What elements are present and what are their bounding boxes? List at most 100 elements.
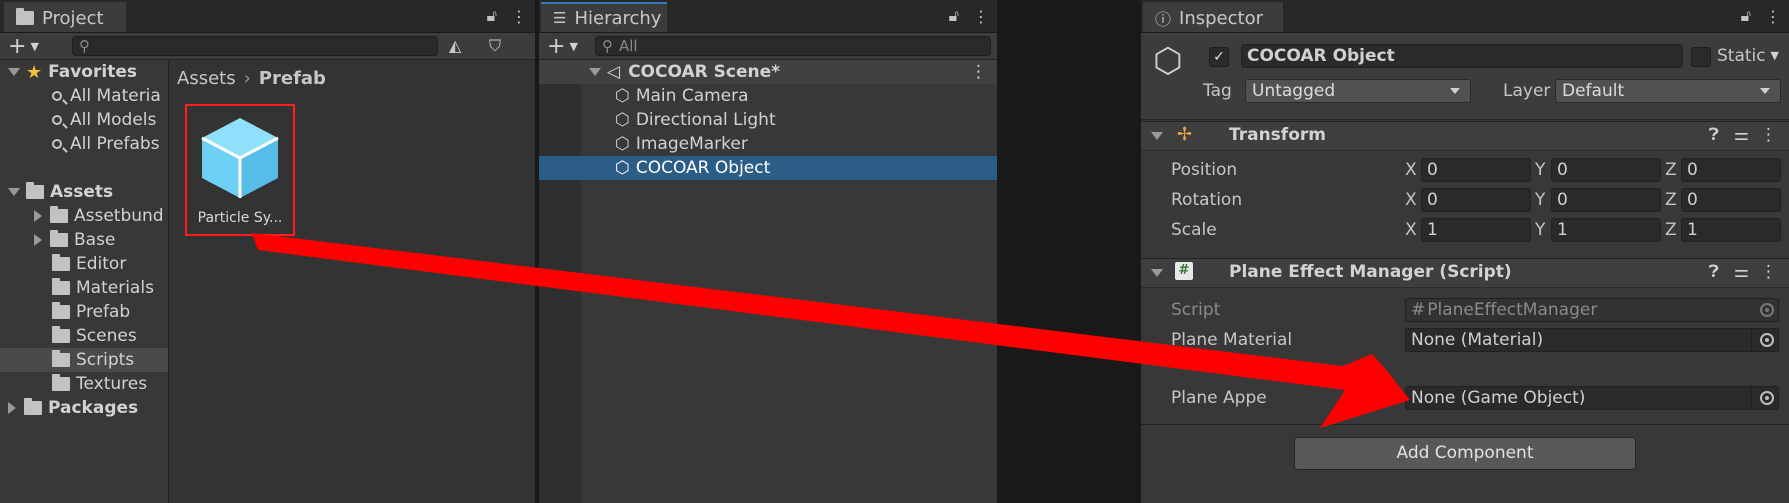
lock-icon[interactable]: 🔓︎ <box>487 6 497 26</box>
folder-label: Editor <box>76 254 127 274</box>
search-by-type-icon[interactable]: ◭ <box>449 36 461 55</box>
tree-folder-item[interactable]: Textures <box>52 372 147 396</box>
gameobject-cube-icon[interactable]: ⬡ <box>1153 41 1183 81</box>
lock-icon[interactable]: 🔓︎ <box>949 6 959 26</box>
transform-body: Position X 0 Y 0 Z 0 Rotation X 0 Y 0 Z … <box>1141 152 1789 250</box>
tab-project[interactable]: Project <box>4 2 126 32</box>
collapsed-arrow-icon[interactable] <box>34 210 42 222</box>
chevron-down-icon: ▼ <box>569 39 578 53</box>
tag-dropdown[interactable]: Untagged <box>1245 79 1471 103</box>
rotation-y-field[interactable]: 0 <box>1551 188 1661 212</box>
breadcrumb-item[interactable]: Assets <box>177 68 236 89</box>
object-picker-icon[interactable] <box>1760 391 1774 405</box>
asset-tile[interactable]: Particle Sy... <box>185 104 295 236</box>
object-picker-icon[interactable] <box>1760 333 1774 347</box>
tree-favorites[interactable]: ★ Favorites <box>8 60 137 84</box>
chevron-down-icon[interactable]: ▼ <box>1771 49 1779 62</box>
collapsed-arrow-icon[interactable] <box>34 234 42 246</box>
collapsed-arrow-icon[interactable] <box>8 402 16 414</box>
scene-header[interactable]: ◁ COCOAR Scene* ⋮ <box>539 60 997 84</box>
project-toolbar: + ▼ ⚲ ◭ ⛉ <box>0 33 535 60</box>
kebab-menu-icon[interactable]: ⋮ <box>1765 7 1781 26</box>
gameobject-cube-icon: ⬡ <box>615 110 630 130</box>
rotation-x-field[interactable]: 0 <box>1421 188 1531 212</box>
script-label: Script <box>1171 300 1221 320</box>
object-name-field[interactable]: COCOAR Object <box>1241 44 1683 68</box>
active-checkbox[interactable]: ✓ <box>1209 47 1229 67</box>
hierarchy-item[interactable]: ⬡ Directional Light <box>615 108 776 132</box>
layer-value: Default <box>1562 81 1625 101</box>
folder-icon <box>52 302 70 319</box>
project-search-input[interactable]: ⚲ <box>72 36 438 56</box>
hierarchy-item-selected[interactable]: ⬡ COCOAR Object <box>615 156 770 180</box>
tree-item-label: All Materia <box>70 86 161 106</box>
position-z-field[interactable]: 0 <box>1681 158 1781 182</box>
chevron-down-icon <box>1760 88 1770 94</box>
folder-label: Base <box>74 230 116 250</box>
axis-z-label: Z <box>1665 220 1677 240</box>
scale-y-field[interactable]: 1 <box>1551 218 1661 242</box>
project-folder-tree: ★ Favorites All Materia All Models All P… <box>0 60 169 503</box>
plane-appear-label: Plane Appe <box>1171 388 1267 408</box>
expand-arrow-icon[interactable] <box>1151 132 1163 140</box>
tree-folder-item[interactable]: Scenes <box>52 324 137 348</box>
partial-property-label: t Plane <box>1221 358 1280 378</box>
tree-item-favorite[interactable]: All Prefabs <box>52 132 160 156</box>
tag-label: Tag <box>1203 81 1232 101</box>
scale-x-field[interactable]: 1 <box>1421 218 1531 242</box>
tree-item-favorite[interactable]: All Models <box>52 108 156 132</box>
tab-hierarchy[interactable]: ☰ Hierarchy <box>541 2 667 32</box>
hierarchy-item[interactable]: ⬡ ImageMarker <box>615 132 748 156</box>
tree-folder-item[interactable]: Assetbund <box>34 204 164 228</box>
label-tag-icon[interactable]: ⛉ <box>489 36 501 56</box>
script-component-header[interactable]: # Plane Effect Manager (Script) ❓︎ ⚌ ⋮ <box>1141 258 1789 288</box>
help-icon[interactable]: ❓︎ <box>1709 262 1719 282</box>
star-icon: ★ <box>26 61 43 83</box>
transform-header[interactable]: ✢ Transform ❓︎ ⚌ ⋮ <box>1141 121 1789 151</box>
tree-item-favorite[interactable]: All Materia <box>52 84 161 108</box>
tab-label: Hierarchy <box>574 7 662 29</box>
hierarchy-search-input[interactable]: ⚲ All <box>595 36 991 56</box>
kebab-menu-icon[interactable]: ⋮ <box>511 7 527 26</box>
tree-packages[interactable]: Packages <box>8 396 138 420</box>
tree-folder-item[interactable]: Materials <box>52 276 154 300</box>
kebab-menu-icon[interactable]: ⋮ <box>1760 125 1777 145</box>
gameobject-cube-icon: ⬡ <box>615 158 630 178</box>
scale-z-field[interactable]: 1 <box>1681 218 1781 242</box>
tree-folder-item[interactable]: Editor <box>52 252 126 276</box>
help-icon[interactable]: ❓︎ <box>1709 125 1719 145</box>
add-component-button[interactable]: Add Component <box>1294 437 1636 470</box>
hierarchy-item[interactable]: ⬡ Main Camera <box>615 84 749 108</box>
position-x-field[interactable]: 0 <box>1421 158 1531 182</box>
position-label: Position <box>1171 160 1238 180</box>
expand-arrow-icon[interactable] <box>1151 269 1163 277</box>
layer-dropdown[interactable]: Default <box>1555 79 1781 103</box>
lock-icon[interactable]: 🔓︎ <box>1741 6 1751 26</box>
kebab-menu-icon[interactable]: ⋮ <box>973 7 989 26</box>
position-y-field[interactable]: 0 <box>1551 158 1661 182</box>
presets-icon[interactable]: ⚌ <box>1734 125 1749 145</box>
plane-appear-field[interactable]: None (Game Object) <box>1405 386 1779 410</box>
expand-arrow-icon[interactable] <box>589 68 601 76</box>
static-checkbox[interactable] <box>1691 47 1711 67</box>
expand-arrow-icon[interactable] <box>8 68 20 76</box>
tree-folder-item-selected[interactable]: Scripts <box>52 348 134 372</box>
presets-icon[interactable]: ⚌ <box>1734 262 1749 282</box>
gameobject-label: ImageMarker <box>635 134 748 154</box>
kebab-menu-icon[interactable]: ⋮ <box>970 62 987 82</box>
tab-inspector[interactable]: ⓘ Inspector <box>1143 2 1283 32</box>
create-button[interactable]: + ▼ <box>8 33 39 59</box>
tree-assets[interactable]: Assets <box>8 180 113 204</box>
gameobject-cube-icon: ⬡ <box>615 86 630 106</box>
breadcrumb-item-current[interactable]: Prefab <box>259 68 326 89</box>
tree-folder-item[interactable]: Prefab <box>52 300 130 324</box>
expand-arrow-icon[interactable] <box>8 188 20 196</box>
kebab-menu-icon[interactable]: ⋮ <box>1760 262 1777 282</box>
assets-label: Assets <box>50 182 114 202</box>
unity-scene-icon: ◁ <box>607 62 621 82</box>
rotation-z-field[interactable]: 0 <box>1681 188 1781 212</box>
plane-appear-value: None (Game Object) <box>1411 388 1586 408</box>
create-button[interactable]: + ▼ <box>547 33 578 59</box>
tree-folder-item[interactable]: Base <box>34 228 115 252</box>
plane-material-field[interactable]: None (Material) <box>1405 328 1779 352</box>
